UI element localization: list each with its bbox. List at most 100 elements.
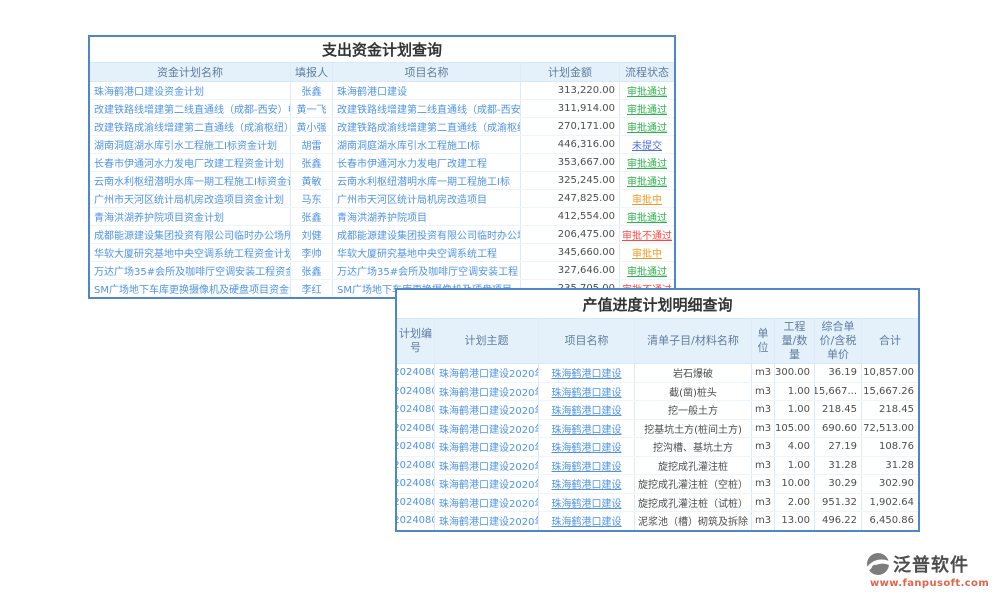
project-name-link[interactable]: 珠海鹤港口建设: [538, 401, 634, 419]
reporter-link[interactable]: 张鑫: [290, 82, 332, 99]
plan-no-link[interactable]: 2024080: [397, 438, 434, 456]
planned-amount-value: 345,660.00: [520, 244, 619, 261]
reporter-link[interactable]: 刘健: [290, 226, 332, 243]
output-table-title: 产值进度计划明细查询: [397, 290, 918, 319]
project-name-link[interactable]: 珠海鹤港口建设: [538, 383, 634, 401]
quantity-value: 105.00: [774, 420, 814, 438]
reporter-link[interactable]: 黄小强: [290, 118, 332, 135]
expense-table-row: 广州市天河区统计局机房改造项目资金计划马东广州市天河区统计局机房改造项目247,…: [90, 189, 674, 207]
project-name-link[interactable]: 改建铁路线增建第二线直通线（成都-西安）电力线路迁改工: [332, 100, 520, 117]
fanpu-website-link[interactable]: www.fanpusoft.com: [870, 578, 996, 589]
output-col-header: 综合单价/含税单价: [814, 319, 861, 363]
plan-topic-link[interactable]: 珠海鹤港口建设2020年9月份: [434, 438, 538, 456]
planned-amount-value: 313,220.00: [520, 82, 619, 99]
fund-plan-name-link[interactable]: 长春市伊通河水力发电厂改建工程资金计划: [90, 154, 290, 171]
project-name-link[interactable]: 珠海鹤港口建设: [538, 438, 634, 456]
plan-topic-link[interactable]: 珠海鹤港口建设2020年9月份: [434, 364, 538, 382]
unit-price-value: 27.19: [814, 438, 861, 456]
unit-value: m3: [751, 494, 774, 512]
project-name-link[interactable]: 珠海鹤港口建设: [538, 512, 634, 530]
project-name-link[interactable]: 珠海鹤港口建设: [538, 457, 634, 475]
process-status-link[interactable]: 审批通过: [619, 208, 674, 225]
fund-plan-name-link[interactable]: 成都能源建设集团投资有限公司临时办公场所装修改造工程: [90, 226, 290, 243]
fund-plan-name-link[interactable]: 改建铁路线增建第二线直通线（成都-西安）电力线路迁改工: [90, 100, 290, 117]
quantity-value: 4.00: [774, 438, 814, 456]
project-name-link[interactable]: 湖南洞庭湖水库引水工程施工I标: [332, 136, 520, 153]
fund-plan-name-link[interactable]: 青海洪湖养护院项目资金计划: [90, 208, 290, 225]
reporter-link[interactable]: 黄敏: [290, 172, 332, 189]
unit-price-value: 30.29: [814, 475, 861, 493]
fund-plan-name-link[interactable]: 云南水利枢纽潜明水库一期工程施工I标资金计划: [90, 172, 290, 189]
item-material-name: 截(凿)桩头: [634, 383, 751, 401]
plan-no-link[interactable]: 2024080: [397, 475, 434, 493]
process-status-link[interactable]: 审批通过: [619, 82, 674, 99]
fund-plan-name-link[interactable]: 华软大厦研究基地中央空调系统工程资金计划: [90, 244, 290, 261]
reporter-link[interactable]: 胡雷: [290, 136, 332, 153]
process-status-link[interactable]: 审批通过: [619, 154, 674, 171]
plan-no-link[interactable]: 2024080: [397, 494, 434, 512]
fund-plan-name-link[interactable]: 改建铁路成渝线增建第二直通线（成渝枢纽）电力线路迁改: [90, 118, 290, 135]
process-status-link[interactable]: 未提交: [619, 136, 674, 153]
process-status-link[interactable]: 审批通过: [619, 100, 674, 117]
plan-no-link[interactable]: 2024080: [397, 420, 434, 438]
process-status-link[interactable]: 审批不通过: [619, 226, 674, 243]
fund-plan-name-link[interactable]: 湖南洞庭湖水库引水工程施工I标资金计划: [90, 136, 290, 153]
process-status-link[interactable]: 审批通过: [619, 172, 674, 189]
plan-no-link[interactable]: 2024080: [397, 401, 434, 419]
unit-price-value: 218.45: [814, 401, 861, 419]
fund-plan-name-link[interactable]: 珠海鹤港口建设资金计划: [90, 82, 290, 99]
expense-table-row: 成都能源建设集团投资有限公司临时办公场所装修改造工程刘健成都能源建设集团投资有限…: [90, 225, 674, 243]
planned-amount-value: 325,245.00: [520, 172, 619, 189]
total-value: 15,667.26: [861, 383, 918, 401]
plan-topic-link[interactable]: 珠海鹤港口建设2020年9月份: [434, 475, 538, 493]
expense-col-header: 项目名称: [332, 63, 520, 81]
project-name-link[interactable]: 华软大厦研究基地中央空调系统工程: [332, 244, 520, 261]
reporter-link[interactable]: 李红: [290, 280, 332, 297]
plan-topic-link[interactable]: 珠海鹤港口建设2020年9月份: [434, 457, 538, 475]
output-col-header: 项目名称: [538, 319, 634, 363]
process-status-link[interactable]: 审批通过: [619, 118, 674, 135]
project-name-link[interactable]: 珠海鹤港口建设: [332, 82, 520, 99]
project-name-link[interactable]: 青海洪湖养护院项目: [332, 208, 520, 225]
total-value: 302.90: [861, 475, 918, 493]
plan-topic-link[interactable]: 珠海鹤港口建设2020年9月份: [434, 512, 538, 530]
reporter-link[interactable]: 张鑫: [290, 154, 332, 171]
project-name-link[interactable]: 珠海鹤港口建设: [538, 420, 634, 438]
project-name-link[interactable]: 珠海鹤港口建设: [538, 364, 634, 382]
plan-topic-link[interactable]: 珠海鹤港口建设2020年9月份: [434, 401, 538, 419]
fund-plan-name-link[interactable]: 广州市天河区统计局机房改造项目资金计划: [90, 190, 290, 207]
plan-no-link[interactable]: 2024080: [397, 457, 434, 475]
project-name-link[interactable]: 万达广场35#会所及咖啡厅空调安装工程: [332, 262, 520, 279]
process-status-link[interactable]: 审批通过: [619, 262, 674, 279]
project-name-link[interactable]: 改建铁路成渝线增建第二直通线（成渝枢纽）电力线路迁改: [332, 118, 520, 135]
fund-plan-name-link[interactable]: 万达广场35#会所及咖啡厅空调安装工程资金计划: [90, 262, 290, 279]
output-table-row: 2024080珠海鹤港口建设2020年9月份珠海鹤港口建设旋挖成孔灌注桩（试桩）…: [397, 493, 918, 512]
planned-amount-value: 311,914.00: [520, 100, 619, 117]
expense-table-row: 万达广场35#会所及咖啡厅空调安装工程资金计划张鑫万达广场35#会所及咖啡厅空调…: [90, 261, 674, 279]
project-name-link[interactable]: 云南水利枢纽潜明水库一期工程施工I标: [332, 172, 520, 189]
project-name-link[interactable]: 成都能源建设集团投资有限公司临时办公场所装修改造工程: [332, 226, 520, 243]
reporter-link[interactable]: 马东: [290, 190, 332, 207]
expense-col-header: 计划金额: [520, 63, 619, 81]
reporter-link[interactable]: 张鑫: [290, 208, 332, 225]
output-col-header: 合计: [861, 319, 918, 363]
item-material-name: 岩石爆破: [634, 364, 751, 382]
process-status-link[interactable]: 审批中: [619, 190, 674, 207]
plan-no-link[interactable]: 2024080: [397, 512, 434, 530]
reporter-link[interactable]: 黄一飞: [290, 100, 332, 117]
project-name-link[interactable]: 广州市天河区统计局机房改造项目: [332, 190, 520, 207]
output-table-row: 2024080珠海鹤港口建设2020年9月份珠海鹤港口建设挖基坑土方(桩间土方)…: [397, 419, 918, 438]
project-name-link[interactable]: 珠海鹤港口建设: [538, 475, 634, 493]
plan-topic-link[interactable]: 珠海鹤港口建设2020年9月份: [434, 494, 538, 512]
plan-topic-link[interactable]: 珠海鹤港口建设2020年9月份: [434, 420, 538, 438]
planned-amount-value: 206,475.00: [520, 226, 619, 243]
plan-no-link[interactable]: 2024080: [397, 383, 434, 401]
process-status-link[interactable]: 审批中: [619, 244, 674, 261]
plan-no-link[interactable]: 2024080: [397, 364, 434, 382]
plan-topic-link[interactable]: 珠海鹤港口建设2020年9月份: [434, 383, 538, 401]
reporter-link[interactable]: 张鑫: [290, 262, 332, 279]
project-name-link[interactable]: 珠海鹤港口建设: [538, 494, 634, 512]
project-name-link[interactable]: 长春市伊通河水力发电厂改建工程: [332, 154, 520, 171]
reporter-link[interactable]: 李帅: [290, 244, 332, 261]
fund-plan-name-link[interactable]: SM广场地下车库更换摄像机及硬盘项目资金计划: [90, 280, 290, 297]
